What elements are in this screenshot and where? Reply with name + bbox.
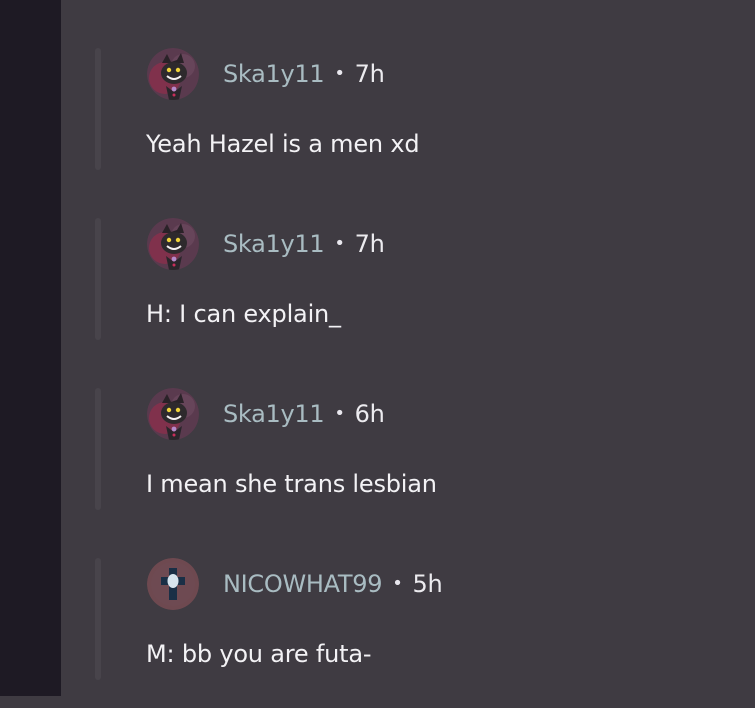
avatar[interactable] [147, 218, 199, 270]
comment-item: Ska1y11 • 6h I mean she trans lesbian [61, 388, 755, 538]
timestamp: 6h [354, 400, 385, 428]
username-link[interactable]: NICOWHAT99 [223, 570, 383, 598]
avatar[interactable] [147, 558, 199, 610]
left-sidebar-rail [0, 0, 61, 696]
thread-line[interactable] [95, 218, 101, 340]
timestamp: 7h [354, 60, 385, 88]
comment-meta: Ska1y11 • 6h [223, 400, 385, 428]
username-link[interactable]: Ska1y11 [223, 230, 325, 258]
comment-meta: NICOWHAT99 • 5h [223, 570, 443, 598]
dark-character-avatar-icon [147, 218, 199, 270]
comment-text: I mean she trans lesbian [146, 470, 437, 498]
timestamp: 7h [354, 230, 385, 258]
separator-dot: • [334, 402, 345, 424]
comment-item: Ska1y11 • 7h H: I can explain_ [61, 218, 755, 368]
timestamp: 5h [412, 570, 443, 598]
thread-line[interactable] [95, 558, 101, 680]
comment-item: Ska1y11 • 7h Yeah Hazel is a men xd [61, 48, 755, 198]
comment-thread: Ska1y11 • 7h Yeah Hazel is a men xd Ska1… [61, 0, 755, 696]
username-link[interactable]: Ska1y11 [223, 400, 325, 428]
dark-character-avatar-icon [147, 48, 199, 100]
separator-dot: • [334, 62, 345, 84]
comment-text: Yeah Hazel is a men xd [146, 130, 420, 158]
comment-text: H: I can explain_ [146, 300, 341, 328]
separator-dot: • [334, 232, 345, 254]
comment-item: NICOWHAT99 • 5h M: bb you are futa- [61, 558, 755, 708]
separator-dot: • [392, 572, 403, 594]
cross-emblem-avatar-icon [147, 558, 199, 610]
thread-line[interactable] [95, 48, 101, 170]
comment-meta: Ska1y11 • 7h [223, 60, 385, 88]
dark-character-avatar-icon [147, 388, 199, 440]
avatar[interactable] [147, 388, 199, 440]
comment-meta: Ska1y11 • 7h [223, 230, 385, 258]
comment-text: M: bb you are futa- [146, 640, 372, 668]
username-link[interactable]: Ska1y11 [223, 60, 325, 88]
avatar[interactable] [147, 48, 199, 100]
thread-line[interactable] [95, 388, 101, 510]
